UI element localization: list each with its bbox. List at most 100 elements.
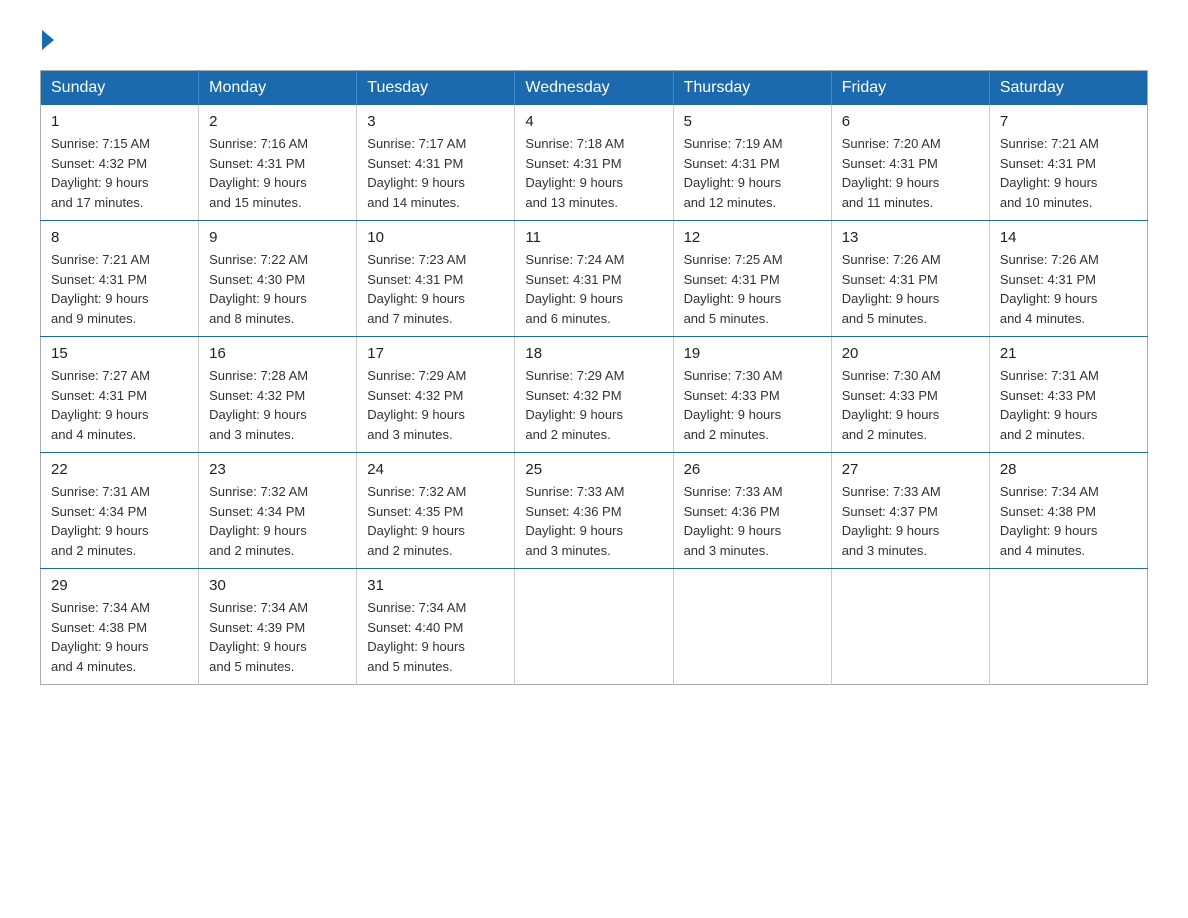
day-number: 18 [525,345,662,362]
day-number: 12 [684,229,821,246]
day-number: 19 [684,345,821,362]
weekday-header-row: SundayMondayTuesdayWednesdayThursdayFrid… [41,71,1148,106]
day-info: Sunrise: 7:17 AMSunset: 4:31 PMDaylight:… [367,134,504,212]
calendar-cell: 2 Sunrise: 7:16 AMSunset: 4:31 PMDaylight… [199,105,357,221]
day-number: 8 [51,229,188,246]
day-number: 28 [1000,461,1137,478]
weekday-header-monday: Monday [199,71,357,106]
calendar-cell: 15Sunrise: 7:27 AMSunset: 4:31 PMDayligh… [41,337,199,453]
calendar-cell: 19 Sunrise: 7:30 AMSunset: 4:33 PMDayligh… [673,337,831,453]
week-row-2: 8 Sunrise: 7:21 AMSunset: 4:31 PMDaylight… [41,221,1148,337]
day-info: Sunrise: 7:19 AMSunset: 4:31 PMDaylight:… [684,134,821,212]
calendar-cell: 28 Sunrise: 7:34 AMSunset: 4:38 PMDayligh… [989,453,1147,569]
calendar-cell: 26 Sunrise: 7:33 AMSunset: 4:36 PMDayligh… [673,453,831,569]
weekday-header-sunday: Sunday [41,71,199,106]
logo-triangle-icon [42,30,54,50]
day-info: Sunrise: 7:29 AMSunset: 4:32 PMDaylight:… [525,366,662,444]
day-number: 31 [367,577,504,594]
day-number: 10 [367,229,504,246]
calendar-cell: 4 Sunrise: 7:18 AMSunset: 4:31 PMDaylight… [515,105,673,221]
day-number: 9 [209,229,346,246]
day-info: Sunrise: 7:34 AMSunset: 4:38 PMDaylight:… [51,598,188,676]
calendar-cell [989,569,1147,685]
calendar-cell: 1 Sunrise: 7:15 AMSunset: 4:32 PMDaylight… [41,105,199,221]
day-info: Sunrise: 7:22 AMSunset: 4:30 PMDaylight:… [209,250,346,328]
day-info: Sunrise: 7:31 AMSunset: 4:34 PMDaylight:… [51,482,188,560]
day-info: Sunrise: 7:30 AMSunset: 4:33 PMDaylight:… [684,366,821,444]
day-info: Sunrise: 7:23 AMSunset: 4:31 PMDaylight:… [367,250,504,328]
calendar-cell: 23 Sunrise: 7:32 AMSunset: 4:34 PMDayligh… [199,453,357,569]
day-number: 15 [51,345,188,362]
calendar-cell: 27 Sunrise: 7:33 AMSunset: 4:37 PMDayligh… [831,453,989,569]
weekday-header-thursday: Thursday [673,71,831,106]
week-row-4: 22 Sunrise: 7:31 AMSunset: 4:34 PMDayligh… [41,453,1148,569]
day-info: Sunrise: 7:25 AMSunset: 4:31 PMDaylight:… [684,250,821,328]
calendar-cell: 9 Sunrise: 7:22 AMSunset: 4:30 PMDaylight… [199,221,357,337]
day-info: Sunrise: 7:32 AMSunset: 4:35 PMDaylight:… [367,482,504,560]
week-row-3: 15Sunrise: 7:27 AMSunset: 4:31 PMDayligh… [41,337,1148,453]
day-number: 6 [842,113,979,130]
calendar-cell: 6 Sunrise: 7:20 AMSunset: 4:31 PMDaylight… [831,105,989,221]
calendar-cell: 14 Sunrise: 7:26 AMSunset: 4:31 PMDayligh… [989,221,1147,337]
day-info: Sunrise: 7:28 AMSunset: 4:32 PMDaylight:… [209,366,346,444]
calendar-cell: 20Sunrise: 7:30 AMSunset: 4:33 PMDayligh… [831,337,989,453]
calendar-cell: 30 Sunrise: 7:34 AMSunset: 4:39 PMDayligh… [199,569,357,685]
day-number: 27 [842,461,979,478]
day-number: 17 [367,345,504,362]
weekday-header-friday: Friday [831,71,989,106]
day-number: 7 [1000,113,1137,130]
calendar-cell: 13Sunrise: 7:26 AMSunset: 4:31 PMDayligh… [831,221,989,337]
day-number: 20 [842,345,979,362]
day-info: Sunrise: 7:32 AMSunset: 4:34 PMDaylight:… [209,482,346,560]
day-info: Sunrise: 7:34 AMSunset: 4:38 PMDaylight:… [1000,482,1137,560]
calendar-cell: 11Sunrise: 7:24 AMSunset: 4:31 PMDayligh… [515,221,673,337]
day-info: Sunrise: 7:34 AMSunset: 4:39 PMDaylight:… [209,598,346,676]
day-info: Sunrise: 7:33 AMSunset: 4:37 PMDaylight:… [842,482,979,560]
day-info: Sunrise: 7:33 AMSunset: 4:36 PMDaylight:… [684,482,821,560]
calendar-cell: 10 Sunrise: 7:23 AMSunset: 4:31 PMDayligh… [357,221,515,337]
calendar-cell: 21 Sunrise: 7:31 AMSunset: 4:33 PMDayligh… [989,337,1147,453]
day-number: 24 [367,461,504,478]
calendar-cell [673,569,831,685]
day-info: Sunrise: 7:20 AMSunset: 4:31 PMDaylight:… [842,134,979,212]
calendar-cell: 24 Sunrise: 7:32 AMSunset: 4:35 PMDayligh… [357,453,515,569]
calendar-cell: 22 Sunrise: 7:31 AMSunset: 4:34 PMDayligh… [41,453,199,569]
calendar-cell: 12 Sunrise: 7:25 AMSunset: 4:31 PMDayligh… [673,221,831,337]
day-number: 2 [209,113,346,130]
day-number: 21 [1000,345,1137,362]
day-info: Sunrise: 7:34 AMSunset: 4:40 PMDaylight:… [367,598,504,676]
day-number: 4 [525,113,662,130]
day-number: 1 [51,113,188,130]
day-number: 22 [51,461,188,478]
calendar-cell: 25 Sunrise: 7:33 AMSunset: 4:36 PMDayligh… [515,453,673,569]
day-info: Sunrise: 7:15 AMSunset: 4:32 PMDaylight:… [51,134,188,212]
calendar-table: SundayMondayTuesdayWednesdayThursdayFrid… [40,70,1148,685]
calendar-cell [515,569,673,685]
calendar-cell: 31 Sunrise: 7:34 AMSunset: 4:40 PMDayligh… [357,569,515,685]
calendar-cell: 3 Sunrise: 7:17 AMSunset: 4:31 PMDaylight… [357,105,515,221]
day-info: Sunrise: 7:18 AMSunset: 4:31 PMDaylight:… [525,134,662,212]
calendar-cell: 17Sunrise: 7:29 AMSunset: 4:32 PMDayligh… [357,337,515,453]
day-number: 25 [525,461,662,478]
day-info: Sunrise: 7:26 AMSunset: 4:31 PMDaylight:… [1000,250,1137,328]
day-info: Sunrise: 7:21 AMSunset: 4:31 PMDaylight:… [51,250,188,328]
day-info: Sunrise: 7:31 AMSunset: 4:33 PMDaylight:… [1000,366,1137,444]
week-row-5: 29 Sunrise: 7:34 AMSunset: 4:38 PMDayligh… [41,569,1148,685]
weekday-header-wednesday: Wednesday [515,71,673,106]
calendar-cell: 16Sunrise: 7:28 AMSunset: 4:32 PMDayligh… [199,337,357,453]
day-number: 29 [51,577,188,594]
calendar-cell [831,569,989,685]
calendar-cell: 8 Sunrise: 7:21 AMSunset: 4:31 PMDaylight… [41,221,199,337]
day-number: 23 [209,461,346,478]
day-info: Sunrise: 7:33 AMSunset: 4:36 PMDaylight:… [525,482,662,560]
logo [40,30,56,50]
day-number: 30 [209,577,346,594]
day-number: 3 [367,113,504,130]
weekday-header-saturday: Saturday [989,71,1147,106]
day-number: 26 [684,461,821,478]
header [40,30,1148,50]
day-info: Sunrise: 7:21 AMSunset: 4:31 PMDaylight:… [1000,134,1137,212]
day-number: 14 [1000,229,1137,246]
calendar-cell: 5Sunrise: 7:19 AMSunset: 4:31 PMDaylight… [673,105,831,221]
day-info: Sunrise: 7:16 AMSunset: 4:31 PMDaylight:… [209,134,346,212]
